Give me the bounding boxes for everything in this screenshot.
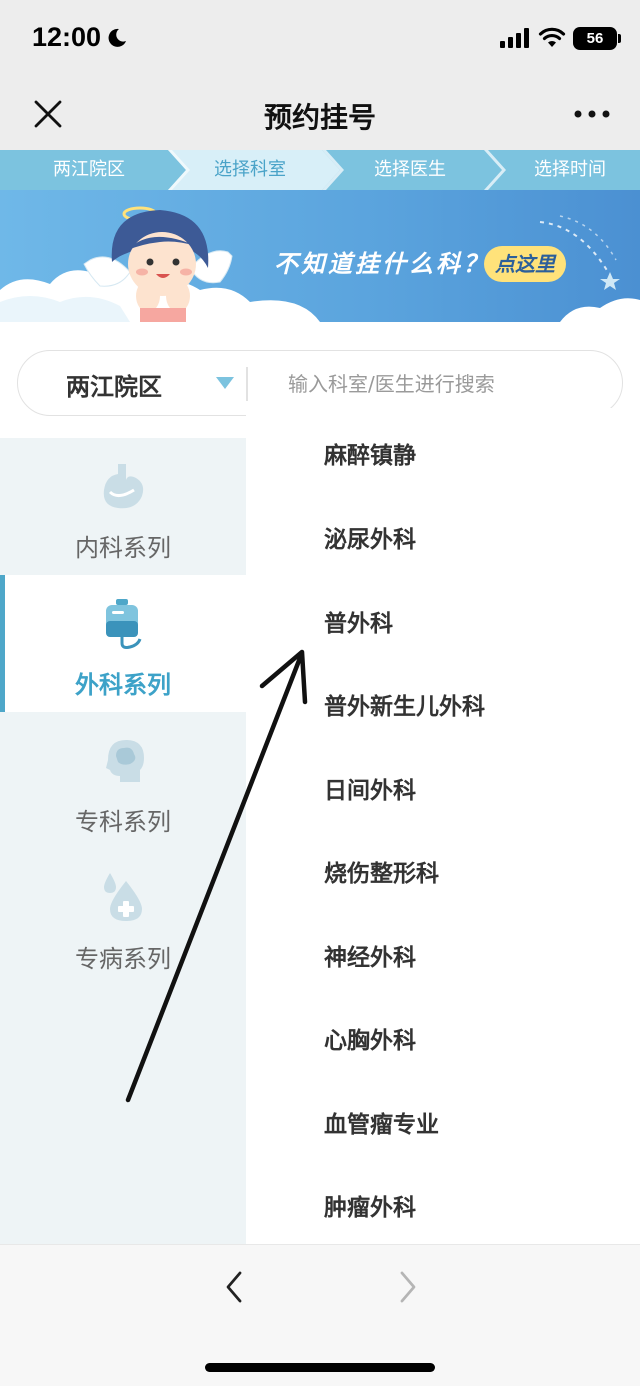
nav-bar: 预约挂号 xyxy=(0,80,640,150)
bottom-toolbar xyxy=(0,1244,640,1386)
status-time: 12:00 xyxy=(32,22,102,52)
list-item[interactable]: 心胸外科 xyxy=(324,1021,416,1055)
search-bar: 两江院区 xyxy=(17,350,623,416)
page-title: 预约挂号 xyxy=(263,101,376,134)
category-surgery[interactable]: 外科系列 xyxy=(0,575,246,712)
search-input[interactable] xyxy=(288,365,588,403)
list-item[interactable]: 泌尿外科 xyxy=(324,520,416,554)
wifi-icon xyxy=(538,27,566,47)
list-item[interactable]: 日间外科 xyxy=(324,771,416,805)
category-label: 专科系列 xyxy=(75,808,171,836)
step-doctor: 选择医生 xyxy=(374,159,446,180)
department-list: 麻醉镇静 泌尿外科 普外科 普外新生儿外科 日间外科 烧伤整形科 神经外科 心胸… xyxy=(246,408,640,1244)
category-internal-medicine[interactable]: 内科系列 xyxy=(0,438,246,575)
step-time: 选择时间 xyxy=(534,159,606,180)
step-campus: 两江院区 xyxy=(53,159,125,180)
banner-text: 不知道挂什么科？ xyxy=(274,250,490,278)
more-icon[interactable] xyxy=(572,104,612,124)
list-item[interactable]: 普外科 xyxy=(324,604,393,638)
list-item[interactable]: 烧伤整形科 xyxy=(324,854,439,888)
category-label: 外科系列 xyxy=(75,671,171,699)
list-item[interactable]: 肿瘤外科 xyxy=(324,1188,416,1222)
list-item[interactable]: 神经外科 xyxy=(324,938,416,972)
moon-icon xyxy=(108,28,126,47)
signal-icon xyxy=(500,28,529,48)
list-item[interactable]: 麻醉镇静 xyxy=(324,436,416,470)
home-indicator xyxy=(205,1363,435,1372)
category-label: 专病系列 xyxy=(75,945,171,973)
head-brain-icon xyxy=(106,740,144,782)
search-divider xyxy=(246,367,248,401)
category-disease[interactable]: 专病系列 xyxy=(0,849,246,986)
forward-arrow-icon[interactable] xyxy=(392,1269,422,1305)
status-bar: 12:00 56 xyxy=(0,0,640,80)
back-arrow-icon[interactable] xyxy=(220,1269,250,1305)
category-label: 内科系列 xyxy=(75,534,171,562)
click-here-button[interactable]: 点这里 xyxy=(484,246,566,282)
battery-icon: 56 xyxy=(573,27,617,50)
battery-nub xyxy=(618,34,621,43)
help-banner[interactable]: 不知道挂什么科？ 点这里 xyxy=(0,190,640,322)
category-specialty[interactable]: 专科系列 xyxy=(0,712,246,849)
campus-selector[interactable]: 两江院区 xyxy=(66,367,162,402)
step-indicator: 两江院区 选择科室 选择医生 选择时间 xyxy=(0,150,640,190)
stomach-icon xyxy=(103,464,144,509)
iv-drip-icon xyxy=(106,599,142,649)
category-sidebar: 内科系列 外科系列 专科系列 专病系列 xyxy=(0,438,246,1244)
step-department: 选择科室 xyxy=(214,159,286,180)
list-item[interactable]: 普外新生儿外科 xyxy=(324,687,485,721)
droplet-plus-icon xyxy=(104,873,142,921)
list-item[interactable]: 血管瘤专业 xyxy=(324,1105,439,1139)
triangle-down-icon[interactable] xyxy=(216,377,234,389)
